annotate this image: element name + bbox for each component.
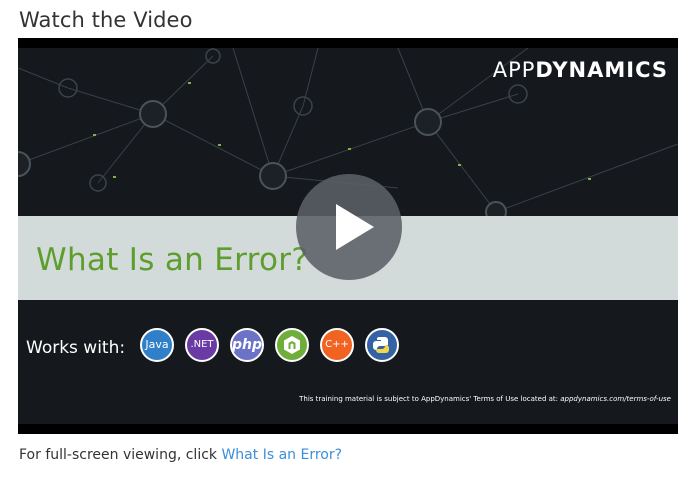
video-title: What Is an Error? — [36, 242, 309, 278]
page: Watch the Video APPDYNAMICS What Is an E… — [0, 0, 689, 477]
brand-suffix: DYNAMICS — [535, 58, 668, 82]
appdynamics-logo: APPDYNAMICS — [493, 58, 668, 82]
works-with-label: Works with: — [26, 338, 126, 358]
python-icon — [365, 328, 399, 362]
brand-prefix: APP — [492, 58, 536, 82]
cpp-icon: C++ — [320, 328, 354, 362]
nodejs-icon — [275, 328, 309, 362]
play-button[interactable] — [296, 174, 402, 280]
terms-text: This training material is subject to App… — [299, 395, 561, 403]
video-player[interactable]: APPDYNAMICS What Is an Error? Works with… — [18, 38, 678, 434]
fullscreen-caption: For full-screen viewing, click What Is a… — [19, 447, 342, 463]
terms-notice: This training material is subject to App… — [299, 395, 671, 403]
section-heading: Watch the Video — [19, 8, 193, 32]
play-icon — [336, 204, 374, 250]
php-icon: php — [230, 328, 264, 362]
fullscreen-link[interactable]: What Is an Error? — [221, 447, 342, 463]
terms-link: appdynamics.com/terms-of-use — [560, 395, 671, 403]
caption-text: For full-screen viewing, click — [19, 447, 222, 463]
java-icon: Java — [140, 328, 174, 362]
dotnet-icon: .NET — [185, 328, 219, 362]
